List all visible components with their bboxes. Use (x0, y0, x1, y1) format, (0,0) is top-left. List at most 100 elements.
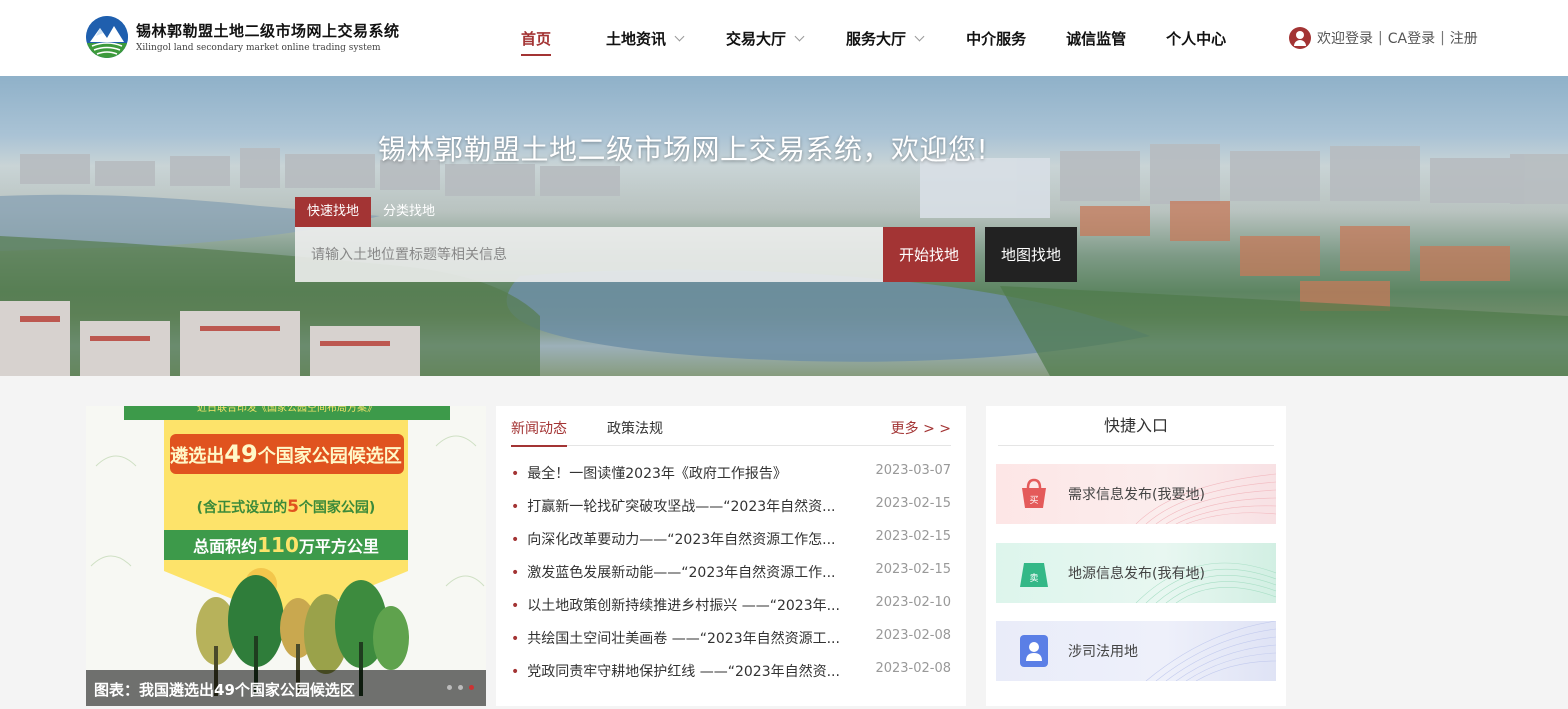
news-date: 2023-02-08 (875, 661, 951, 676)
news-date: 2023-02-15 (875, 496, 951, 511)
banner-title: 锡林郭勒盟土地二级市场网上交易系统，欢迎您! (378, 133, 989, 166)
map-search-button[interactable]: 地图找地 (985, 227, 1077, 282)
nav-trading-hall[interactable]: 交易大厅 (726, 0, 805, 76)
demand-icon: 买 (1022, 478, 1046, 508)
user-links: 欢迎登录 | CA登录 | 注册 (1289, 27, 1478, 49)
poster-line3-b: 万平方公里 (298, 537, 379, 556)
start-search-button[interactable]: 开始找地 (883, 227, 975, 282)
news-more-link[interactable]: 更多 > > (891, 418, 951, 438)
nav-agency-service[interactable]: 中介服务 (966, 0, 1026, 76)
quick-supply-label: 地源信息发布(我有地) (1068, 566, 1205, 582)
land-search-input[interactable] (295, 227, 883, 282)
quick-judicial-land[interactable]: 涉司法用地 (996, 621, 1276, 681)
login-link[interactable]: 欢迎登录 (1317, 28, 1373, 48)
svg-text:买: 买 (1029, 495, 1038, 506)
chevron-down-icon (914, 31, 925, 41)
nav-land-news[interactable]: 土地资讯 (606, 0, 685, 76)
list-item[interactable]: 以土地政策创新持续推进乡村振兴 ——“2023年... 2023-02-10 (511, 595, 951, 628)
list-item[interactable]: 党政同责牢守耕地保护红线 ——“2023年自然资... 2023-02-08 (511, 661, 951, 694)
list-item[interactable]: 激发蓝色发展新动能——“2023年自然资源工作... 2023-02-15 (511, 562, 951, 595)
news-title[interactable]: 最全！一图读懂2023年《政府工作报告》 (511, 463, 841, 483)
ca-login-link[interactable]: CA登录 (1388, 28, 1435, 48)
separator: | (1440, 30, 1445, 46)
poster-line3-num: 110 (257, 533, 299, 557)
register-link[interactable]: 注册 (1450, 28, 1478, 48)
poster-line2: (含正式设立的5个国家公园) (197, 497, 376, 517)
logo-title: 锡林郭勒盟土地二级市场网上交易系统 (136, 21, 400, 40)
poster-line3-a: 总面积约 (193, 537, 257, 556)
list-item[interactable]: 向深化改革要动力——“2023年自然资源工作怎... 2023-02-15 (511, 529, 951, 562)
list-item[interactable]: 打赢新一轮找矿突破攻坚战——“2023年自然资... 2023-02-15 (511, 496, 951, 529)
user-avatar-icon (1289, 27, 1311, 49)
news-date: 2023-02-08 (875, 628, 951, 643)
nav-label: 首页 (521, 29, 552, 48)
separator: | (1378, 30, 1383, 46)
news-panel: 新闻动态 政策法规 更多 > > 最全！一图读懂2023年《政府工作报告》 202… (496, 406, 966, 706)
nav-label: 个人中心 (1166, 29, 1227, 48)
tab-category-search[interactable]: 分类找地 (371, 197, 447, 227)
poster-line2-a: (含正式设立的 (197, 499, 287, 516)
nav-label: 交易大厅 (726, 29, 787, 48)
judicial-user-icon (1020, 635, 1048, 667)
nav-credit-supervision[interactable]: 诚信监管 (1066, 0, 1126, 76)
news-date: 2023-02-15 (875, 529, 951, 544)
poster-line2-b: 个国家公园) (298, 499, 375, 516)
news-title[interactable]: 打赢新一轮找矿突破攻坚战——“2023年自然资... (511, 496, 841, 516)
carousel-dot-2[interactable] (458, 685, 463, 690)
search-mode-tabs: 快速找地 分类找地 (295, 197, 447, 227)
tab-news[interactable]: 新闻动态 (511, 418, 567, 447)
carousel-dot-3[interactable] (469, 685, 474, 690)
chevron-down-icon (674, 31, 685, 41)
news-list: 最全！一图读懂2023年《政府工作报告》 2023-03-07 打赢新一轮找矿突破… (511, 463, 951, 694)
svg-text:卖: 卖 (1029, 573, 1038, 584)
news-date: 2023-02-10 (875, 595, 951, 610)
nav-label: 土地资讯 (606, 29, 667, 48)
nav-personal-center[interactable]: 个人中心 (1166, 0, 1226, 76)
tab-quick-search[interactable]: 快速找地 (295, 197, 372, 227)
news-title[interactable]: 向深化改革要动力——“2023年自然资源工作怎... (511, 529, 841, 549)
news-tabs: 新闻动态 政策法规 更多 > > (511, 406, 951, 447)
poster-line1-a: 遴选出 (170, 445, 224, 467)
national-park-infographic-image: 近日联合印发《国家公园空间布局方案》 遴选出49个国家公园候选区 (含正式设立的… (86, 406, 486, 706)
poster-line1-b: 个国家公园候选区 (257, 445, 402, 467)
news-title[interactable]: 以土地政策创新持续推进乡村振兴 ——“2023年... (511, 595, 841, 615)
carousel-dots (441, 685, 474, 690)
quick-supply-publish[interactable]: 卖 地源信息发布(我有地) (996, 543, 1276, 603)
list-item[interactable]: 共绘国土空间壮美画卷 ——“2023年自然资源工... 2023-02-08 (511, 628, 951, 661)
tab-policy[interactable]: 政策法规 (607, 418, 663, 438)
nav-service-hall[interactable]: 服务大厅 (846, 0, 925, 76)
feature-carousel[interactable]: 近日联合印发《国家公园空间布局方案》 遴选出49个国家公园候选区 (含正式设立的… (86, 406, 486, 706)
logo-subtitle: Xilingol land secondary market online tr… (136, 42, 381, 53)
city-landscape-image (0, 144, 1568, 376)
main-nav: 首页 土地资讯 交易大厅 服务大厅 中介服务 诚信监管 个人中心 (500, 0, 1226, 76)
nav-label: 服务大厅 (846, 29, 907, 48)
logo-emblem-icon (86, 16, 128, 58)
poster-line3: 总面积约110万平方公里 (193, 533, 379, 557)
news-date: 2023-02-15 (875, 562, 951, 577)
carousel-dot-1[interactable] (447, 685, 452, 690)
news-title[interactable]: 党政同责牢守耕地保护红线 ——“2023年自然资... (511, 661, 841, 681)
site-header: 锡林郭勒盟土地二级市场网上交易系统 Xilingol land secondar… (0, 0, 1568, 76)
news-date: 2023-03-07 (875, 463, 951, 478)
quick-judicial-label: 涉司法用地 (1068, 644, 1138, 660)
nav-label: 中介服务 (966, 29, 1027, 48)
quick-entry-panel: 快捷入口 买 需求信息发布(我要地) 卖 地源信息发布(我有地) 涉司法用地 (986, 406, 1286, 706)
poster-line1-num: 49 (224, 440, 257, 468)
news-title[interactable]: 共绘国土空间壮美画卷 ——“2023年自然资源工... (511, 628, 841, 648)
poster-top-text: 近日联合印发《国家公园空间布局方案》 (197, 406, 377, 414)
nav-home[interactable]: 首页 (521, 0, 552, 76)
poster-line2-num: 5 (287, 497, 299, 517)
list-item[interactable]: 最全！一图读懂2023年《政府工作报告》 2023-03-07 (511, 463, 951, 496)
quick-entry-title: 快捷入口 (998, 406, 1274, 446)
chevron-down-icon (794, 31, 805, 41)
supply-icon: 卖 (1020, 563, 1048, 587)
quick-demand-publish[interactable]: 买 需求信息发布(我要地) (996, 464, 1276, 524)
hero-banner: 锡林郭勒盟土地二级市场网上交易系统，欢迎您! 快速找地 分类找地 开始找地 地图… (0, 76, 1568, 376)
nav-label: 诚信监管 (1066, 29, 1127, 48)
quick-demand-label: 需求信息发布(我要地) (1068, 487, 1205, 503)
decorative-lines-icon (1145, 621, 1276, 681)
carousel-caption: 图表：我国遴选出49个国家公园候选区 (94, 681, 355, 699)
news-title[interactable]: 激发蓝色发展新动能——“2023年自然资源工作... (511, 562, 841, 582)
site-logo[interactable]: 锡林郭勒盟土地二级市场网上交易系统 Xilingol land secondar… (86, 16, 400, 58)
carousel-caption-bar: 图表：我国遴选出49个国家公园候选区 (86, 670, 486, 706)
